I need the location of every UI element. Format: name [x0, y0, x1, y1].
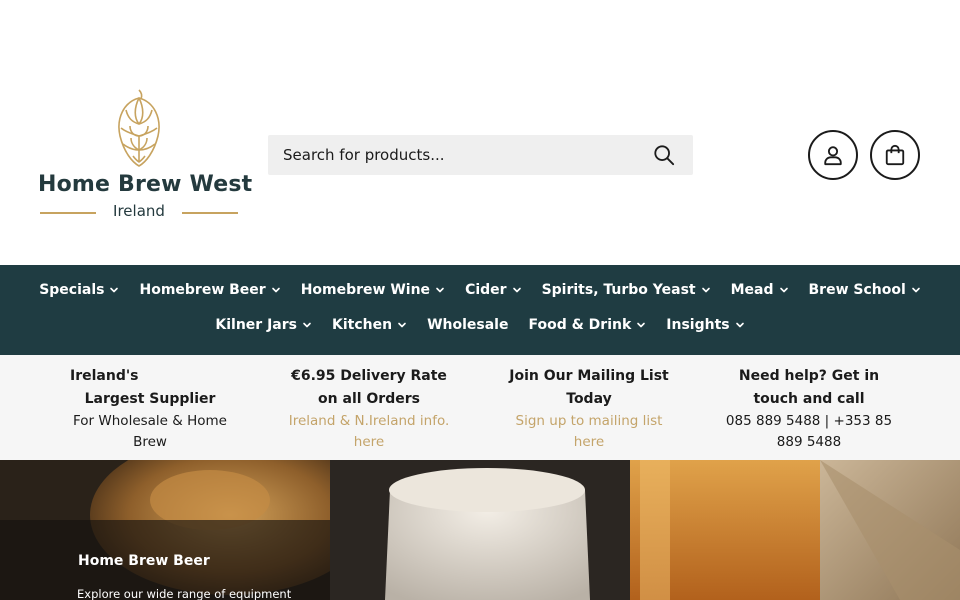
site-logo[interactable]: Home Brew West Ireland: [38, 88, 253, 223]
info-delivery-link-2[interactable]: here: [269, 432, 469, 453]
brand-subtitle-row: Ireland: [40, 202, 238, 222]
info-mailing-title-2: Today: [566, 391, 612, 407]
hero-title: Home Brew Beer: [78, 553, 210, 569]
chevron-down-icon: [110, 287, 119, 293]
nav-item-kitchen[interactable]: Kitchen: [322, 314, 417, 336]
nav-item-label: Homebrew Wine: [300, 282, 431, 298]
search-input[interactable]: [268, 135, 638, 175]
chevron-down-icon: [779, 287, 788, 293]
info-delivery-title-1: €6.95 Delivery Rate: [291, 368, 447, 384]
brand-name: Home Brew West: [38, 172, 253, 197]
nav-item-homebrew-beer[interactable]: Homebrew Beer: [129, 279, 290, 301]
chevron-down-icon: [271, 287, 280, 293]
nav-item-mead[interactable]: Mead: [721, 279, 799, 301]
nav-item-wholesale[interactable]: Wholesale: [417, 314, 518, 336]
info-supplier-title-2: Largest Supplier: [84, 391, 216, 407]
info-mailing-link-2[interactable]: here: [489, 432, 689, 453]
search-icon[interactable]: [653, 144, 675, 166]
nav-item-cider[interactable]: Cider: [455, 279, 532, 301]
site-header: Home Brew West Ireland: [0, 0, 960, 265]
nav-item-label: Kilner Jars: [215, 317, 297, 333]
nav-item-spirits-turbo-yeast[interactable]: Spirits, Turbo Yeast: [532, 279, 721, 301]
nav-item-label: Specials: [39, 282, 105, 298]
hero-subtitle: Explore our wide range of equipment: [77, 587, 292, 600]
user-icon: [824, 146, 842, 166]
info-help: Need help? Get in touch and call 085 889…: [709, 365, 909, 453]
chevron-down-icon: [512, 287, 521, 293]
brand-subtitle: Ireland: [113, 202, 165, 220]
nav-item-insights[interactable]: Insights: [656, 314, 754, 336]
nav-item-kilner-jars[interactable]: Kilner Jars: [205, 314, 322, 336]
info-mailing-link-1[interactable]: Sign up to mailing list: [489, 411, 689, 432]
info-delivery-link-1[interactable]: Ireland & N.Ireland info.: [269, 411, 469, 432]
chevron-down-icon: [911, 287, 920, 293]
info-help-title-2: touch and call: [753, 391, 865, 407]
info-delivery: €6.95 Delivery Rate on all Orders Irelan…: [269, 365, 469, 453]
nav-item-label: Kitchen: [331, 317, 393, 333]
shopping-bag-icon: [885, 144, 905, 166]
nav-item-label: Insights: [666, 317, 730, 333]
nav-item-label: Mead: [730, 282, 774, 298]
info-help-title-1: Need help? Get in: [738, 368, 880, 384]
cart-button[interactable]: [870, 130, 920, 180]
nav-item-label: Brew School: [808, 282, 906, 298]
info-mailing-title-1: Join Our Mailing List: [509, 368, 669, 384]
info-supplier: Ireland's Largest Supplier For Wholesale…: [50, 365, 250, 453]
nav-item-label: Food & Drink: [528, 317, 632, 333]
nav-row-1: Specials Homebrew Beer Homebrew Wine Cider S…: [0, 279, 960, 301]
divider-right: [182, 212, 238, 214]
hero-image: [0, 460, 960, 600]
chevron-down-icon: [701, 287, 710, 293]
nav-item-food-drink[interactable]: Food & Drink: [518, 314, 656, 336]
chevron-down-icon: [398, 322, 406, 328]
info-delivery-title-2: on all Orders: [318, 391, 420, 407]
nav-item-homebrew-wine[interactable]: Homebrew Wine: [291, 279, 455, 301]
chevron-down-icon: [436, 287, 444, 293]
info-help-phone-2: 889 5488: [776, 434, 842, 450]
chevron-down-icon: [303, 322, 311, 328]
info-supplier-desc-1: For Wholesale & Home: [73, 413, 227, 429]
hero-banner[interactable]: Home Brew Beer Explore our wide range of…: [0, 460, 960, 600]
nav-item-label: Cider: [465, 282, 507, 298]
info-bar: Ireland's Largest Supplier For Wholesale…: [0, 355, 960, 460]
nav-row-2: Kilner Jars Kitchen Wholesale Food & Drink I…: [0, 314, 960, 336]
search-bar: [268, 135, 693, 175]
chevron-down-icon: [637, 322, 646, 328]
account-button[interactable]: [808, 130, 858, 180]
nav-item-label: Wholesale: [427, 317, 509, 333]
chevron-down-icon: [735, 322, 744, 328]
nav-item-label: Spirits, Turbo Yeast: [541, 282, 696, 298]
info-supplier-title-1: Ireland's: [70, 368, 139, 384]
nav-item-brew-school[interactable]: Brew School: [799, 279, 931, 301]
main-navigation: Specials Homebrew Beer Homebrew Wine Cider S…: [0, 265, 960, 355]
nav-item-label: Homebrew Beer: [139, 282, 266, 298]
info-supplier-desc-2: Brew: [133, 434, 167, 450]
hop-icon: [118, 89, 160, 167]
info-mailing: Join Our Mailing List Today Sign up to m…: [489, 365, 689, 453]
nav-item-specials[interactable]: Specials: [29, 279, 129, 301]
info-help-phone-1: 085 889 5488 | +353 85: [725, 413, 893, 429]
